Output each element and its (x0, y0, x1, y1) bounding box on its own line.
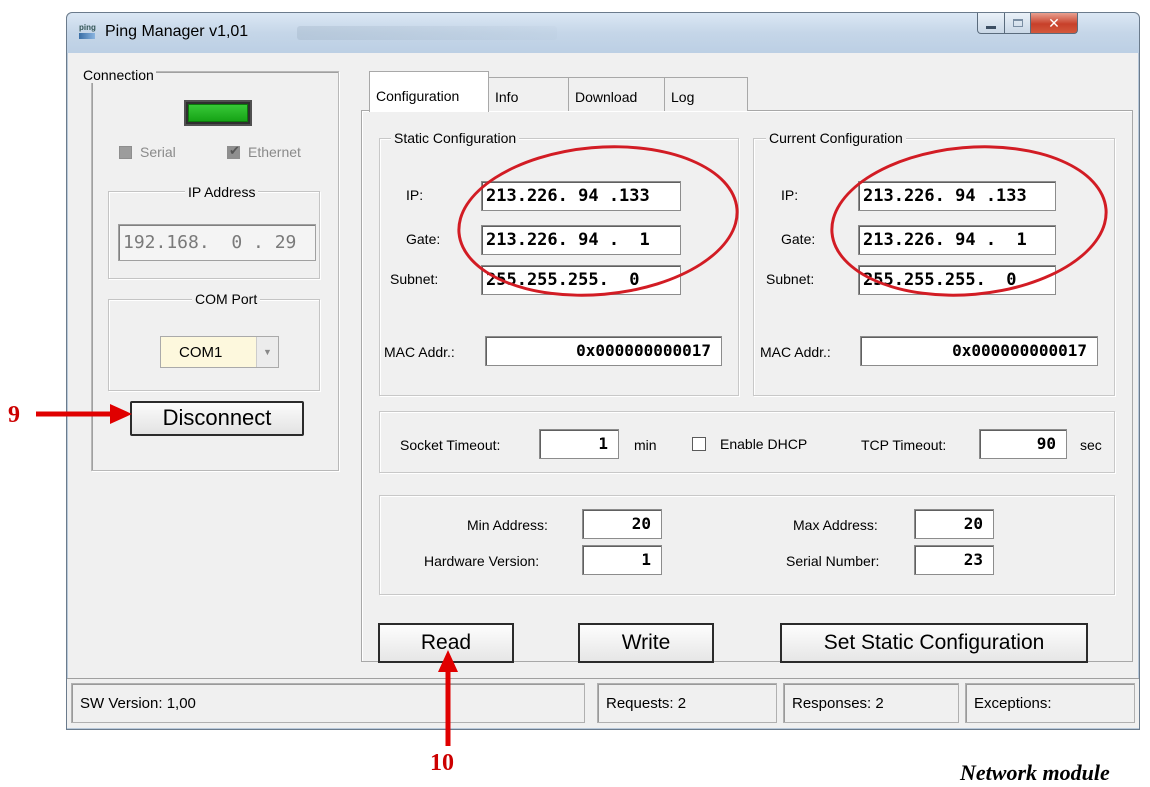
tab-configuration[interactable]: Configuration (369, 71, 489, 112)
maximize-icon (1012, 19, 1023, 27)
current-subnet-label: Subnet: (766, 271, 815, 287)
main-window: ping Ping Manager v1,01 ✕ Connection Ser… (66, 12, 1140, 730)
serial-number-label: Serial Number: (786, 553, 880, 569)
ip-address-legend: IP Address (185, 184, 259, 200)
status-bar: SW Version: 1,00 Requests: 2 Responses: … (67, 678, 1139, 728)
serial-checkbox[interactable] (119, 145, 132, 159)
status-exceptions: Exceptions: (965, 683, 1135, 723)
app-icon: ping (79, 24, 99, 42)
close-button[interactable]: ✕ (1030, 13, 1078, 34)
configuration-tab-page: Static Configuration IP: 213.226. 94 .13… (361, 110, 1133, 663)
status-sw-version: SW Version: 1,00 (71, 683, 585, 723)
socket-timeout-unit: min (634, 437, 657, 453)
socket-timeout-label: Socket Timeout: (400, 437, 501, 453)
annotation-arrow-10 (438, 650, 458, 746)
window-title: Ping Manager v1,01 (105, 23, 249, 40)
com-port-value: COM1 (179, 344, 223, 361)
enable-dhcp-label: Enable DHCP (720, 436, 808, 452)
current-ip-label: IP: (781, 187, 799, 203)
connection-legend: Connection (81, 67, 156, 83)
figure-caption: Network module (960, 760, 1110, 785)
socket-timeout-field[interactable]: 1 (539, 429, 619, 459)
minimize-icon (986, 25, 996, 29)
annotation-label-10: 10 (430, 750, 454, 776)
static-mac-label: MAC Addr.: (384, 344, 455, 360)
current-configuration-legend: Current Configuration (766, 130, 906, 146)
ethernet-checkbox[interactable] (227, 143, 240, 159)
static-mac-field[interactable]: 0x000000000017 (485, 336, 722, 366)
hardware-version-label: Hardware Version: (424, 553, 540, 569)
serial-option[interactable]: Serial (119, 144, 176, 160)
com-port-legend: COM Port (192, 291, 261, 307)
status-requests: Requests: 2 (597, 683, 777, 723)
device-info-group (379, 495, 1115, 595)
tab-log[interactable]: Log (664, 77, 748, 111)
app-icon-text: ping (79, 23, 96, 32)
static-gate-label: Gate: (406, 231, 441, 247)
maximize-button[interactable] (1004, 13, 1031, 34)
serial-number-field[interactable]: 23 (914, 545, 994, 575)
tab-info[interactable]: Info (488, 77, 568, 111)
com-port-select[interactable]: COM1 ▼ (160, 336, 279, 368)
serial-label: Serial (140, 144, 176, 160)
status-responses: Responses: 2 (783, 683, 959, 723)
disconnect-button[interactable]: Disconnect (130, 401, 304, 436)
max-address-field[interactable]: 20 (914, 509, 994, 539)
current-mac-field[interactable]: 0x000000000017 (860, 336, 1098, 366)
hardware-version-field[interactable]: 1 (582, 545, 662, 575)
tcp-timeout-label: TCP Timeout: (861, 437, 947, 453)
close-icon: ✕ (1048, 14, 1060, 31)
annotation-label-9: 9 (8, 402, 20, 428)
current-gate-label: Gate: (781, 231, 816, 247)
ethernet-label: Ethernet (248, 144, 301, 160)
tab-download[interactable]: Download (568, 77, 664, 111)
minimize-button[interactable] (977, 13, 1005, 34)
static-configuration-legend: Static Configuration (391, 130, 520, 146)
set-static-configuration-button[interactable]: Set Static Configuration (780, 623, 1088, 663)
current-mac-label: MAC Addr.: (760, 344, 831, 360)
ip-address-field[interactable]: 192.168. 0 . 29 (118, 224, 316, 261)
write-button[interactable]: Write (578, 623, 714, 663)
min-address-label: Min Address: (467, 517, 548, 533)
max-address-label: Max Address: (793, 517, 878, 533)
tcp-timeout-unit: sec (1080, 437, 1102, 453)
chevron-down-icon[interactable]: ▼ (256, 337, 278, 367)
title-bar[interactable]: ping Ping Manager v1,01 ✕ (67, 13, 1139, 53)
title-bar-reflection (297, 26, 557, 40)
static-ip-label: IP: (406, 187, 424, 203)
tcp-timeout-field[interactable]: 90 (979, 429, 1067, 459)
min-address-field[interactable]: 20 (582, 509, 662, 539)
static-subnet-label: Subnet: (390, 271, 439, 287)
enable-dhcp-checkbox[interactable] (692, 437, 706, 451)
ethernet-option[interactable]: Ethernet (227, 143, 301, 160)
annotation-arrow-9 (36, 404, 132, 424)
connection-status-indicator (184, 100, 252, 126)
